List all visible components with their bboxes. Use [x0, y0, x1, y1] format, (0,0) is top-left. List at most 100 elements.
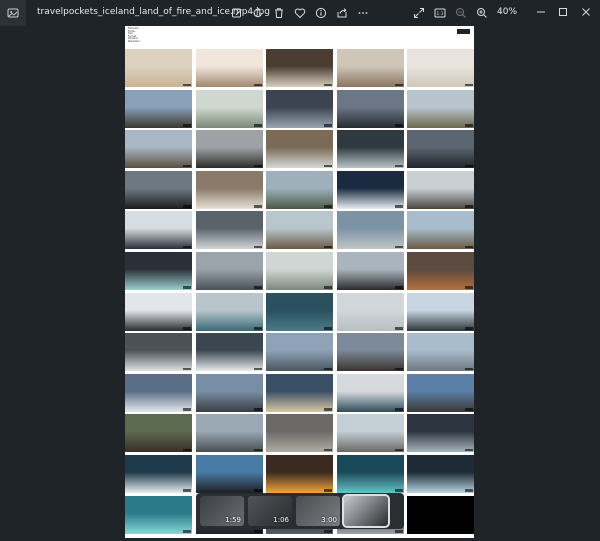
timestamp-badge [394, 448, 403, 452]
timestamp-badge [183, 448, 191, 452]
thumbnail [125, 373, 192, 412]
frame-duration: 1:59 [225, 516, 241, 524]
timestamp-badge [253, 367, 262, 371]
timestamp-badge [324, 245, 332, 249]
favorite-icon[interactable] [292, 5, 308, 21]
timestamp-badge [324, 83, 332, 86]
timestamp-badge [183, 286, 191, 289]
thumbnail [336, 292, 404, 331]
thumbnail [407, 292, 474, 331]
thumbnail [266, 170, 333, 209]
timestamp-badge [183, 164, 191, 168]
filmstrip-frame[interactable]: 1:59 [200, 496, 244, 526]
delete-icon[interactable] [271, 5, 287, 21]
svg-text:1:1: 1:1 [436, 11, 443, 17]
thumbnail [195, 373, 263, 412]
timestamp-badge [253, 408, 262, 411]
thumbnail [266, 333, 333, 372]
timestamp-badge [465, 448, 473, 452]
thumbnail [125, 89, 192, 128]
edit-image-icon[interactable] [229, 5, 245, 21]
timestamp-badge [253, 489, 262, 492]
contact-sheet-image[interactable]: Filename: Folder: Size: Format: Duration: Res… [125, 26, 474, 538]
thumbnail [195, 89, 263, 128]
timestamp-badge [183, 124, 191, 127]
thumbnail [266, 454, 333, 493]
timestamp-badge [324, 448, 332, 452]
thumbnail [336, 211, 404, 250]
timestamp-badge [324, 286, 332, 289]
thumbnail [407, 373, 474, 412]
thumbnail [266, 292, 333, 331]
timestamp-badge [394, 530, 403, 533]
timestamp-badge [394, 489, 403, 492]
filmstrip-frame[interactable]: 1:06 [248, 496, 292, 526]
photos-app-icon [0, 0, 26, 26]
filmstrip: 1:59 1:06 3:00 [196, 493, 404, 529]
thumbnail [266, 414, 333, 453]
filmstrip-frame[interactable] [342, 494, 390, 528]
thumbnail [407, 170, 474, 209]
timestamp-badge [324, 367, 332, 371]
timestamp-badge [324, 205, 332, 208]
minimize-icon[interactable] [530, 3, 552, 21]
zoom-in-icon[interactable] [474, 5, 490, 21]
frame-duration: 1:06 [273, 516, 289, 524]
thumbnail [125, 130, 192, 169]
rotate-icon[interactable] [250, 5, 266, 21]
frame-duration: 3:00 [321, 516, 337, 524]
logo [457, 29, 470, 34]
thumbnail [266, 49, 333, 87]
zoom-out-icon[interactable] [453, 5, 469, 21]
timestamp-badge [465, 164, 473, 168]
timestamp-badge [183, 83, 191, 86]
fullscreen-icon[interactable] [411, 5, 427, 21]
share-icon[interactable] [334, 5, 350, 21]
thumbnail [336, 414, 404, 453]
thumbnail [336, 454, 404, 493]
actual-size-icon[interactable]: 1:1 [432, 5, 448, 21]
maximize-icon[interactable] [552, 3, 574, 21]
timestamp-badge [253, 83, 262, 86]
thumbnail [336, 251, 404, 290]
timestamp-badge [324, 327, 332, 330]
thumbnail [266, 89, 333, 128]
timestamp-badge [253, 205, 262, 208]
timestamp-badge [324, 164, 332, 168]
thumbnail [125, 414, 192, 453]
more-icon[interactable] [355, 5, 371, 21]
thumbnail [336, 333, 404, 372]
timestamp-badge [394, 124, 403, 127]
thumbnail [195, 211, 263, 250]
timestamp-badge [465, 205, 473, 208]
timestamp-badge [253, 164, 262, 168]
timestamp-badge [253, 245, 262, 249]
timestamp-badge [394, 205, 403, 208]
timestamp-badge [465, 327, 473, 330]
thumbnail [407, 333, 474, 372]
thumbnail [125, 292, 192, 331]
info-icon[interactable] [313, 5, 329, 21]
timestamp-badge [183, 530, 191, 533]
close-icon[interactable] [575, 3, 597, 21]
thumbnail [407, 89, 474, 128]
sheet-header: Filename: Folder: Size: Format: Duration: Res… [125, 26, 474, 48]
thumbnail [125, 170, 192, 209]
thumbnail [125, 211, 192, 250]
sheet-metadata: Filename: Folder: Size: Format: Duration: Res… [128, 27, 141, 44]
thumbnail [195, 414, 263, 453]
timestamp-badge [394, 164, 403, 168]
thumbnail [125, 251, 192, 290]
thumbnail [195, 292, 263, 331]
timestamp-badge [465, 124, 473, 127]
thumbnail [125, 454, 192, 493]
filmstrip-frame[interactable]: 3:00 [296, 496, 340, 526]
title-bar: travelpockets_iceland_land_of_fire_and_i… [0, 0, 600, 26]
zoom-level[interactable]: 40% [497, 7, 517, 17]
thumbnail [407, 454, 474, 493]
timestamp-badge [183, 408, 191, 411]
timestamp-badge [394, 83, 403, 86]
thumbnail [336, 373, 404, 412]
thumbnail [407, 414, 474, 453]
thumbnail-grid [125, 49, 474, 534]
